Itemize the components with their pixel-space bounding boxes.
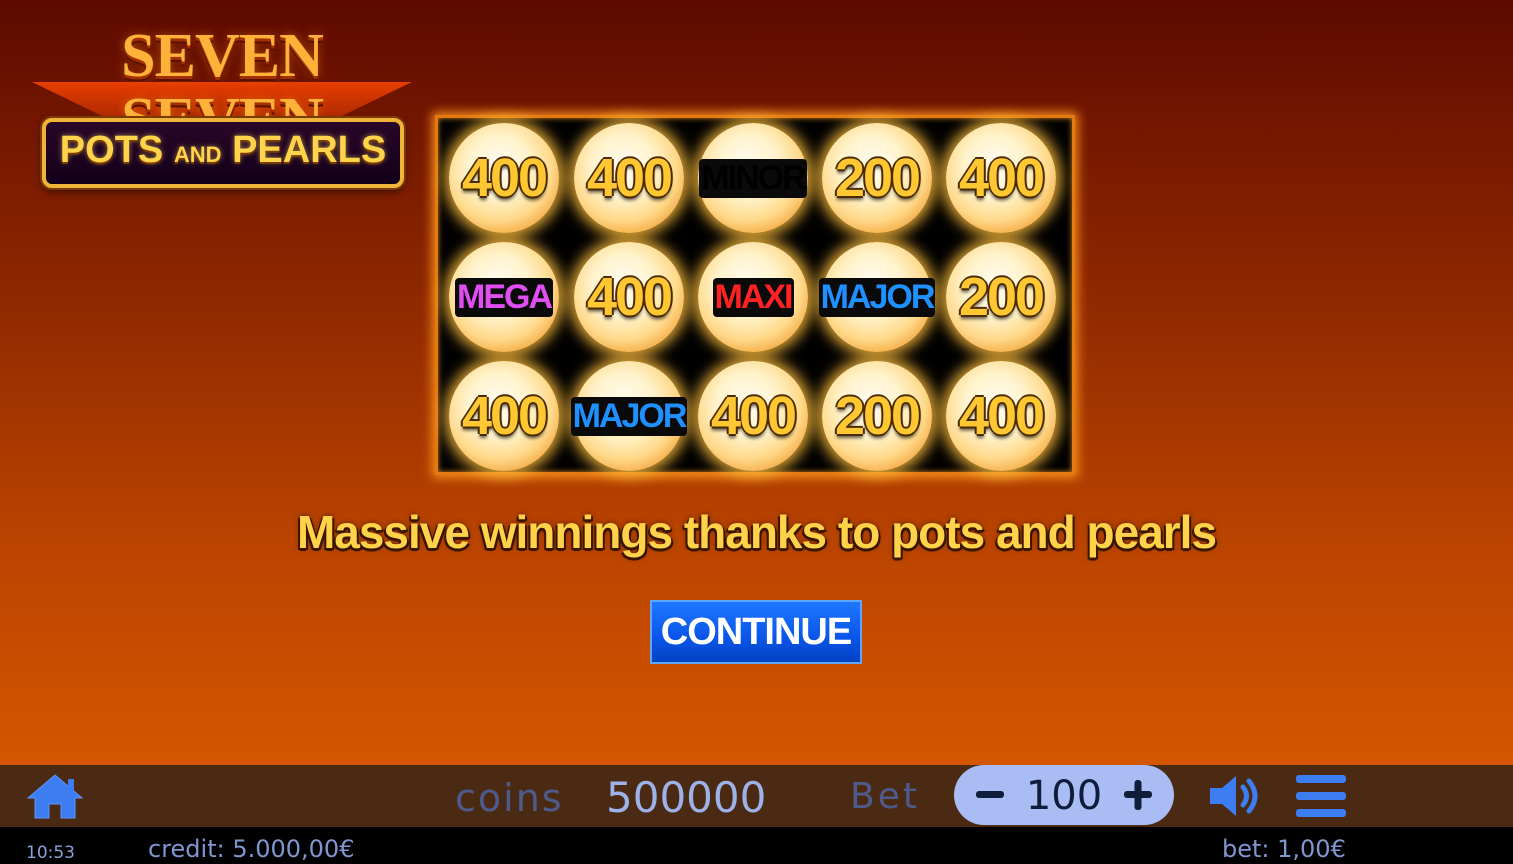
- jackpot-label-major: MAJOR: [818, 277, 936, 317]
- prize-value: 200: [834, 148, 921, 208]
- reel-cell: 200: [816, 358, 938, 474]
- prize-value: 400: [710, 386, 797, 446]
- logo-subtitle-pearls: PEARLS: [232, 129, 387, 171]
- prize-value: 400: [958, 148, 1045, 208]
- logo-subtitle-and: AND: [173, 142, 222, 167]
- logo-subtitle-pots: POTS: [59, 129, 164, 171]
- plus-icon[interactable]: [1112, 769, 1164, 821]
- prize-value: 200: [958, 267, 1045, 327]
- game-logo: SEVEN SEVEN POTS AND PEARLS: [12, 22, 432, 192]
- reel-cell: 200: [816, 120, 938, 236]
- reel-cell: 400: [568, 120, 690, 236]
- home-icon[interactable]: [24, 771, 86, 821]
- jackpot-label-major: MAJOR: [570, 396, 688, 436]
- logo-subtitle-plate: POTS AND PEARLS: [42, 118, 404, 188]
- control-bar: coins 500000 Bet 100: [0, 765, 1513, 827]
- reel-cell: 200: [940, 239, 1062, 355]
- jackpot-label-mega: MEGA: [455, 277, 553, 317]
- reel-cell: MEGA: [443, 239, 565, 355]
- reel-cell: MAJOR: [568, 358, 690, 474]
- reel-cell: MINOR: [692, 120, 814, 236]
- continue-button[interactable]: CONTINUE: [650, 600, 862, 664]
- game-stage: SEVEN SEVEN POTS AND PEARLS 400 400 MINOR 2…: [0, 0, 1513, 765]
- credit-display: credit: 5.000,00€: [148, 835, 355, 863]
- jackpot-label-minor: MINOR: [699, 158, 807, 198]
- bet-value: 100: [1025, 773, 1103, 819]
- jackpot-label-maxi: MAXI: [712, 277, 794, 317]
- bet-amount-display: bet: 1,00€: [1222, 835, 1346, 863]
- prize-value: 400: [461, 148, 548, 208]
- bet-stepper: 100: [954, 765, 1174, 825]
- hamburger-menu-icon[interactable]: [1294, 771, 1348, 821]
- info-message: Massive winnings thanks to pots and pear…: [296, 506, 1217, 558]
- reel-cell: 400: [940, 358, 1062, 474]
- coins-label: coins: [455, 776, 564, 820]
- bet-label: Bet: [850, 776, 920, 817]
- reel-cell: 400: [443, 120, 565, 236]
- prize-value: 400: [586, 267, 673, 327]
- coins-value: 500000: [606, 773, 767, 822]
- prize-value: 400: [461, 386, 548, 446]
- reel-cell: 400: [692, 358, 814, 474]
- reel-cell: 400: [443, 358, 565, 474]
- minus-icon[interactable]: [964, 769, 1016, 821]
- reel-cell: MAJOR: [816, 239, 938, 355]
- reel-grid: 400 400 MINOR 200 400 MEGA 400 MAXI MAJOR 200 400 M…: [435, 115, 1075, 475]
- logo-subtitle: POTS AND PEARLS: [46, 128, 400, 177]
- prize-value: 200: [834, 386, 921, 446]
- reel-cell: 400: [940, 120, 1062, 236]
- prize-value: 400: [586, 148, 673, 208]
- speaker-icon[interactable]: [1206, 771, 1268, 821]
- status-strip: 10:53 credit: 5.000,00€ bet: 1,00€: [0, 827, 1513, 864]
- clock: 10:53: [26, 843, 75, 863]
- reel-cell: MAXI: [692, 239, 814, 355]
- prize-value: 400: [958, 386, 1045, 446]
- reel-cell: 400: [568, 239, 690, 355]
